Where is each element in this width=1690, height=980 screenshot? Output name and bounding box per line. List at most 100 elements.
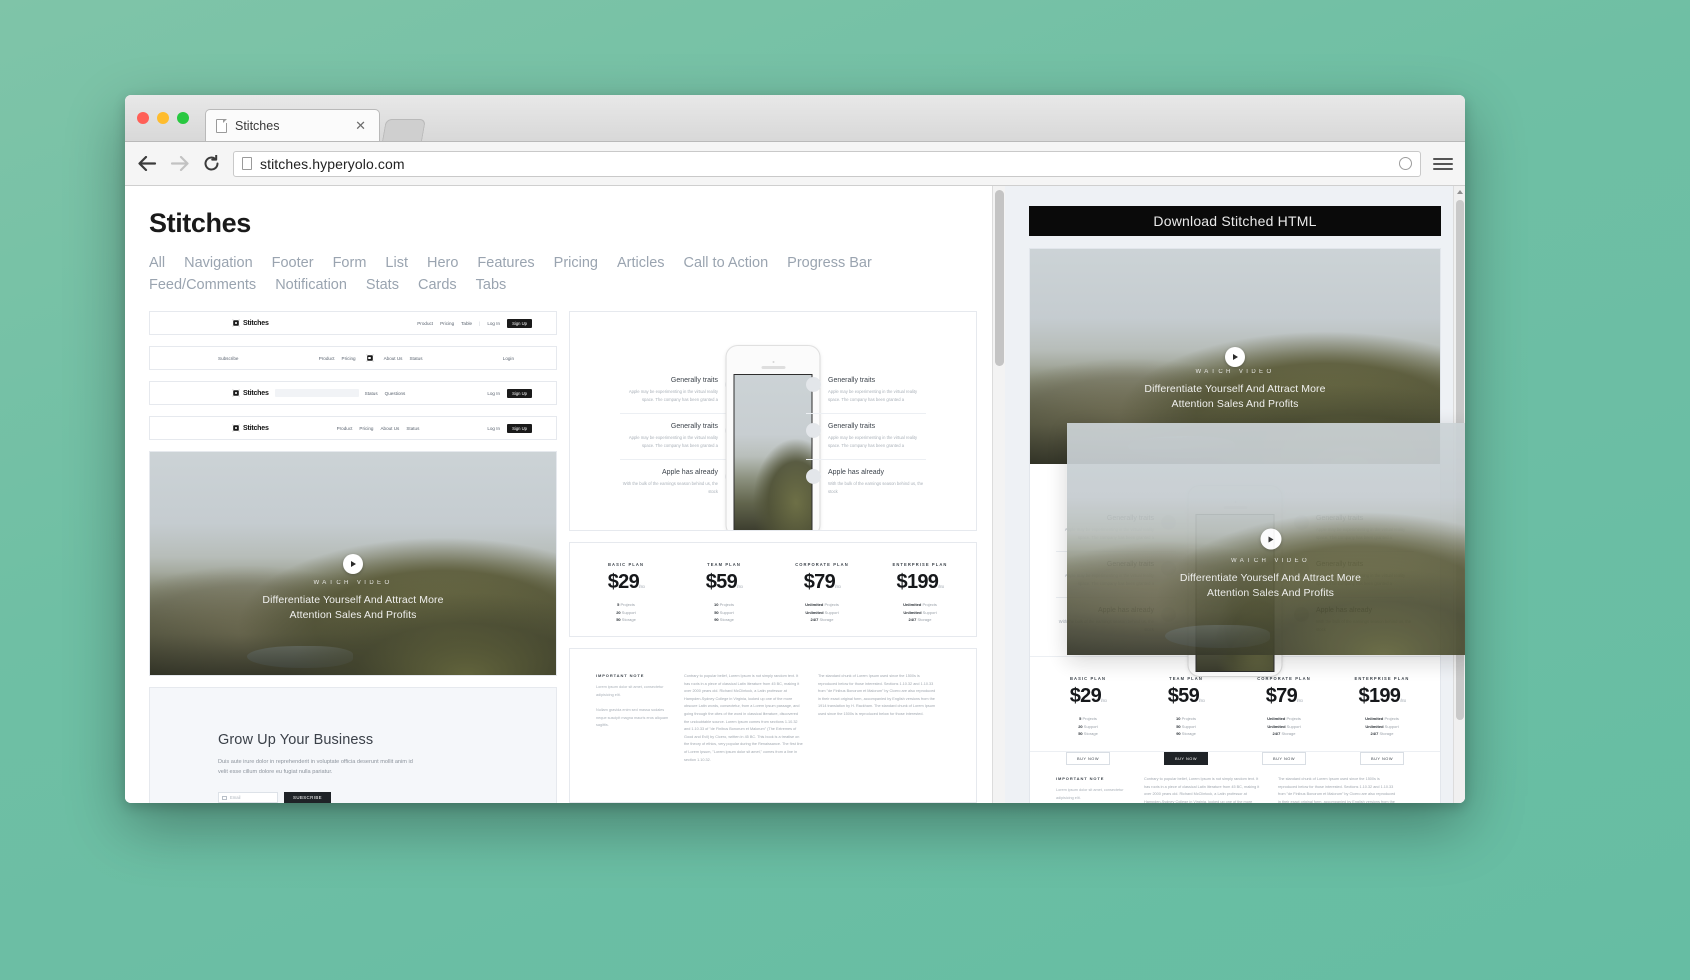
play-button-icon[interactable] (1225, 346, 1245, 367)
plan-feature-value: 50 (616, 617, 621, 623)
filter-list[interactable]: List (385, 255, 408, 271)
plan-features: Unlimited Projects Unlimited Support 24/… (1349, 715, 1415, 738)
plan-price-value: $199 (1358, 685, 1401, 707)
nav-link-login[interactable]: Login (503, 356, 514, 361)
filter-progress-bar[interactable]: Progress Bar (787, 255, 872, 271)
nav-link-status[interactable]: Status (409, 356, 422, 361)
filter-tabs[interactable]: Tabs (476, 277, 507, 293)
nav-link-login[interactable]: Log In (487, 391, 500, 396)
minimize-window-button[interactable] (157, 112, 169, 124)
plan-features: 10 Projects 50 Support 90 Storage (691, 601, 757, 624)
new-tab-button[interactable] (382, 119, 426, 141)
filter-hero[interactable]: Hero (427, 255, 458, 271)
plan-name: ENTERPRISE PLAN (1354, 676, 1410, 681)
plan-features: Unlimited Projects Unlimited Support 24/… (887, 601, 953, 624)
plan-feature-value: Unlimited (1267, 716, 1286, 721)
cta-subscribe-button[interactable]: SUBSCRIBE (284, 791, 331, 803)
feature-body: Apple may be experimenting in the virtua… (828, 389, 918, 402)
plan-buy-button[interactable]: BUY NOW (1163, 751, 1209, 765)
filter-footer[interactable]: Footer (272, 255, 314, 271)
hero-title-line-1: Differentiate Yourself And Attract More (1179, 571, 1362, 584)
nav-signup-button[interactable]: Sign Up (507, 388, 532, 398)
page-scrollbar[interactable] (992, 186, 1005, 803)
nav-signup-button[interactable]: Sign Up (507, 423, 532, 433)
nav-link-table[interactable]: Table (461, 321, 472, 326)
back-arrow-icon[interactable] (137, 154, 157, 174)
close-window-button[interactable] (137, 112, 149, 124)
filter-form[interactable]: Form (333, 255, 367, 271)
nav-link-product[interactable]: Product (417, 321, 433, 326)
plan-price-value: $199 (896, 571, 939, 593)
plan-price: $199/mo (887, 571, 953, 594)
component-card-navigation-2[interactable]: Subscribe Product Pricing About Us Statu… (149, 346, 557, 370)
page-scrollbar-thumb[interactable] (995, 190, 1004, 366)
reload-icon[interactable] (201, 154, 221, 174)
filter-notification[interactable]: Notification (275, 277, 347, 293)
download-stitched-html-button[interactable]: Download Stitched HTML (1029, 206, 1441, 236)
nav-link-status[interactable]: Status (365, 391, 378, 396)
plan-price-value: $59 (705, 571, 738, 593)
tab-stitches[interactable]: Stitches ✕ (205, 109, 380, 141)
plan-buy-button[interactable]: BUY NOW (1261, 751, 1307, 765)
filter-all[interactable]: All (149, 255, 165, 271)
component-library-pane: Stitches All Navigation Footer Form List… (125, 186, 1005, 803)
nav-link-product[interactable]: Product (319, 356, 335, 361)
component-card-navigation-4[interactable]: Stitches Product Pricing About Us Status (149, 416, 557, 440)
nav-link-login[interactable]: Log In (487, 426, 500, 431)
component-card-hero[interactable]: WATCH VIDEO Differentiate Yourself And A… (149, 451, 557, 676)
play-button-icon[interactable] (1260, 528, 1281, 550)
app-brand-title: Stitches (149, 208, 251, 238)
plan-buy-button[interactable]: BUY NOW (1065, 751, 1111, 765)
nav-link-about[interactable]: About Us (380, 426, 399, 431)
nav-link-login[interactable]: Log In (487, 321, 500, 326)
hamburger-menu-icon[interactable] (1433, 157, 1453, 170)
cta-email-input[interactable]: Email (218, 792, 278, 803)
features-right-column: Generally traits Apple may be experiment… (806, 368, 926, 505)
browser-titlebar: Stitches ✕ (125, 95, 1465, 142)
filter-pricing[interactable]: Pricing (554, 255, 598, 271)
filter-features[interactable]: Features (477, 255, 534, 271)
filter-call-to-action[interactable]: Call to Action (684, 255, 769, 271)
filter-navigation[interactable]: Navigation (184, 255, 253, 271)
nav-link-status[interactable]: Status (406, 426, 419, 431)
plan-price-period: /mo (835, 584, 841, 589)
component-card-call-to-action[interactable]: Grow Up Your Business Duis aute irure do… (149, 687, 557, 803)
component-card-pricing[interactable]: BASIC PLAN $29/mo 5 Projects 20 Support … (569, 542, 977, 637)
plan-price-value: $79 (803, 571, 836, 593)
nav-link-about[interactable]: About Us (384, 356, 403, 361)
component-card-article[interactable]: IMPORTANT NOTE Lorem ipsum dolor sit ame… (569, 648, 977, 803)
nav-link-pricing[interactable]: Pricing (440, 321, 454, 326)
nav-link-subscribe[interactable]: Subscribe (218, 356, 238, 361)
nav-link-pricing[interactable]: Pricing (359, 426, 373, 431)
close-tab-icon[interactable]: ✕ (352, 117, 369, 134)
nav-signup-button[interactable]: Sign Up (507, 318, 532, 328)
plan-features: 10 Projects 50 Support 90 Storage (1153, 715, 1219, 738)
bookmark-star-icon[interactable] (1399, 157, 1412, 170)
maximize-window-button[interactable] (177, 112, 189, 124)
nav-link-product[interactable]: Product (337, 426, 353, 431)
window-controls[interactable] (137, 112, 189, 124)
play-button-icon[interactable] (343, 553, 363, 574)
dragged-component-ghost[interactable]: WATCH VIDEO Differentiate Yourself And A… (1067, 423, 1465, 655)
address-bar[interactable]: stitches.hyperyolo.com (233, 150, 1421, 177)
nav-search-input[interactable] (274, 389, 359, 397)
component-card-navigation-1[interactable]: Stitches Product Pricing Table | Log In … (149, 311, 557, 335)
filter-articles[interactable]: Articles (617, 255, 665, 271)
mini-logo: Stitches (232, 319, 269, 327)
nav-link-pricing[interactable]: Pricing (342, 356, 356, 361)
forward-arrow-icon (169, 154, 189, 174)
pricing-plan-enterprise: ENTERPRISE PLAN $199/mo Unlimited Projec… (1349, 676, 1415, 765)
cta-heading: Grow Up Your Business (218, 732, 374, 748)
filter-feed-comments[interactable]: Feed/Comments (149, 277, 256, 293)
plan-feature-label: Storage (819, 617, 834, 623)
scroll-up-arrow-icon[interactable] (1457, 190, 1463, 194)
component-card-navigation-3[interactable]: Stitches Status Questions Log In Sign Up (149, 381, 557, 405)
plan-buy-button[interactable]: BUY NOW (1359, 751, 1405, 765)
hero-title-line-1: Differentiate Yourself And Attract More (262, 593, 444, 606)
plan-feature-label: Storage (1181, 731, 1196, 737)
filter-cards[interactable]: Cards (418, 277, 457, 293)
nav-link-questions[interactable]: Questions (385, 391, 406, 396)
component-card-features[interactable]: Generally traits Apple may be experiment… (569, 311, 977, 531)
feature-bullet-icon (806, 422, 821, 438)
filter-stats[interactable]: Stats (366, 277, 399, 293)
